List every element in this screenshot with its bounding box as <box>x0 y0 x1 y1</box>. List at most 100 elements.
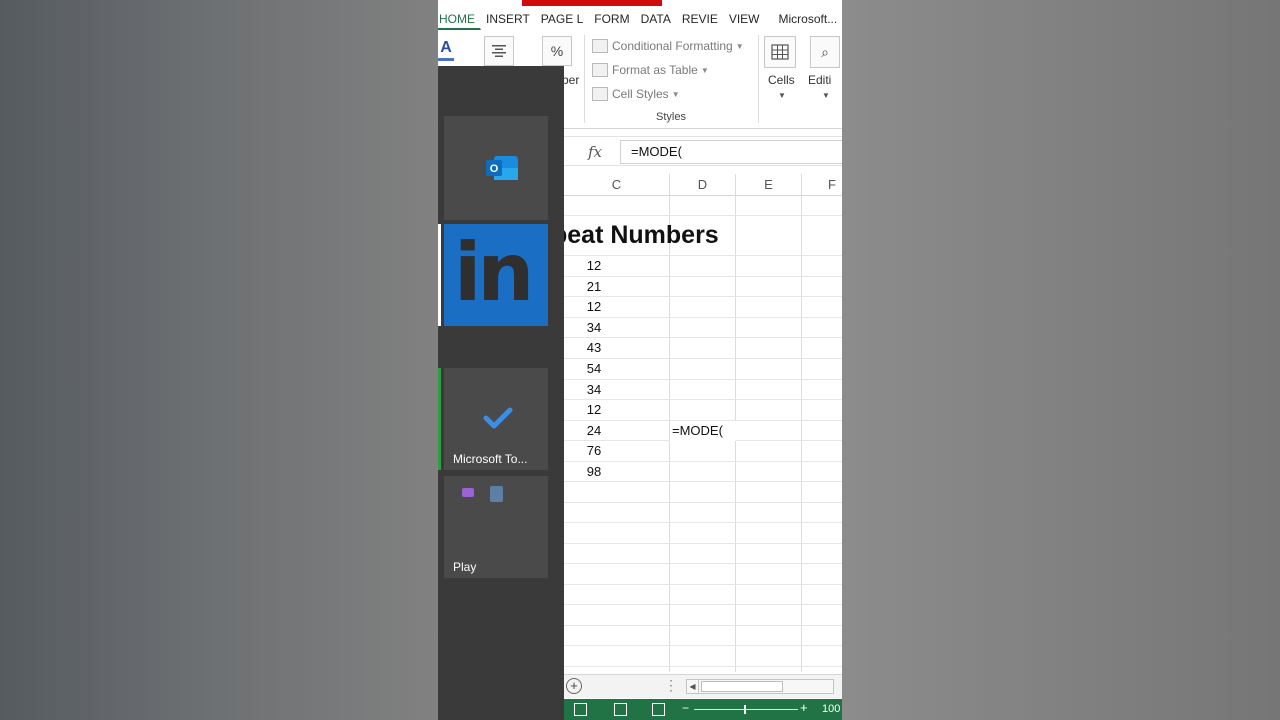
tab-account[interactable]: Microsoft...▼ <box>774 8 842 30</box>
active-indicator <box>438 368 441 470</box>
app-tile-linkedin[interactable]: in <box>444 224 548 326</box>
page-break-view-icon[interactable] <box>652 703 665 716</box>
chevron-down-icon: ▼ <box>778 91 786 100</box>
alignment-button[interactable] <box>484 36 514 66</box>
editing-label: Editi <box>808 73 832 87</box>
cells-icon <box>771 44 789 60</box>
cells-button[interactable] <box>764 36 796 68</box>
cell-styles-button[interactable]: Cell Styles ▼ <box>592 87 680 101</box>
fx-icon[interactable]: fx <box>588 143 602 161</box>
conditional-formatting-button[interactable]: Conditional Formatting ▼ <box>592 39 744 53</box>
cell-c-value[interactable]: 76 <box>564 441 624 461</box>
group-separator <box>584 35 585 123</box>
cell-styles-icon <box>592 87 608 101</box>
chevron-down-icon: ▼ <box>822 91 830 100</box>
editing-button[interactable]: ⌕ <box>810 36 840 68</box>
cell-c-value[interactable]: 24 <box>564 421 624 441</box>
cell-c-value[interactable]: 43 <box>564 338 624 358</box>
top-red-bar <box>522 0 662 6</box>
scrollbar-thumb[interactable] <box>701 681 783 692</box>
cell-c-value[interactable]: 34 <box>564 380 624 400</box>
app-tile-play[interactable]: Play <box>444 476 548 578</box>
chevron-down-icon: ▼ <box>735 41 744 51</box>
cell-c-value[interactable]: 98 <box>564 462 624 482</box>
chevron-down-icon: ▼ <box>700 65 709 75</box>
column-header-e[interactable]: E <box>736 174 801 196</box>
format-table-icon <box>592 63 608 77</box>
styles-group-label: Styles <box>656 111 686 123</box>
column-header-f[interactable]: F <box>802 174 842 196</box>
active-cell-d[interactable]: =MODE( <box>670 421 736 441</box>
percent-icon: % <box>550 43 564 59</box>
cells-label: Cells <box>768 73 795 87</box>
gridline <box>564 666 842 667</box>
gridline <box>564 625 842 626</box>
tab-insert[interactable]: INSERT <box>481 8 536 30</box>
gridline <box>564 502 842 503</box>
conditional-formatting-icon <box>592 39 608 53</box>
column-header-c[interactable]: C <box>564 174 669 196</box>
tab-view[interactable]: VIEW <box>724 8 766 30</box>
font-color-bar <box>438 58 454 61</box>
number-format-button[interactable]: % <box>542 36 572 66</box>
sheet-tab-bar: + ⋮ ◀ <box>564 674 842 698</box>
zoom-slider[interactable] <box>694 709 798 710</box>
status-bar: − + 100 <box>564 699 842 720</box>
app-tile-outlook[interactable]: O <box>444 116 548 220</box>
format-as-table-button[interactable]: Format as Table ▼ <box>592 63 709 77</box>
outlook-icon: O <box>486 156 518 180</box>
account-label: Microsoft... <box>778 12 838 26</box>
cell-c-value[interactable]: 34 <box>564 318 624 338</box>
gridline <box>564 645 842 646</box>
cell-c-value[interactable]: 12 <box>564 297 624 317</box>
tab-data[interactable]: DATA <box>636 8 677 30</box>
task-switcher: O in Microsoft To... Play <box>438 66 564 720</box>
todo-label: Microsoft To... <box>453 452 528 466</box>
zoom-in-icon[interactable]: + <box>800 700 808 715</box>
cell-styles-label: Cell Styles <box>612 87 669 101</box>
gridline <box>564 543 842 544</box>
cell-c-value[interactable]: 54 <box>564 359 624 379</box>
column-header-d[interactable]: D <box>670 174 735 196</box>
cell-c-value[interactable]: 21 <box>564 277 624 297</box>
background-right <box>842 0 1280 720</box>
tab-home[interactable]: HOME <box>438 8 481 30</box>
selection-indicator <box>438 224 441 326</box>
calculator-icon <box>490 486 503 502</box>
chevron-down-icon: ▼ <box>840 15 842 25</box>
horizontal-scrollbar[interactable]: ◀ <box>686 679 834 694</box>
number-group-label: ber <box>562 73 580 87</box>
zoom-level[interactable]: 100 <box>822 703 840 715</box>
app-tile-microsoft-todo[interactable]: Microsoft To... <box>444 368 548 470</box>
ribbon-tabs: HOME INSERT PAGE L FORM DATA REVIE VIEW … <box>438 8 842 30</box>
add-sheet-icon[interactable]: + <box>566 678 582 694</box>
tab-formulas[interactable]: FORM <box>589 8 635 30</box>
play-label: Play <box>453 560 477 574</box>
conditional-formatting-label: Conditional Formatting <box>612 39 733 53</box>
cell-c-value[interactable]: 12 <box>564 400 624 420</box>
background-left <box>0 0 438 720</box>
zoom-slider-handle[interactable] <box>744 705 746 714</box>
group-separator <box>758 35 759 123</box>
cell-c-value[interactable]: 12 <box>564 256 624 276</box>
excel-window: HOME INSERT PAGE L FORM DATA REVIE VIEW … <box>438 0 842 720</box>
more-options-icon[interactable]: ⋮ <box>664 677 678 694</box>
svg-text:O: O <box>490 163 499 175</box>
gridline <box>564 604 842 605</box>
checkmark-icon <box>483 407 513 429</box>
folder-icon <box>462 488 474 497</box>
tab-page-layout[interactable]: PAGE L <box>536 8 589 30</box>
chevron-down-icon: ▼ <box>671 89 680 99</box>
page-layout-view-icon[interactable] <box>614 703 627 716</box>
align-center-icon <box>492 45 506 57</box>
gridline <box>801 174 802 672</box>
tab-review[interactable]: REVIE <box>677 8 724 30</box>
gridline <box>564 563 842 564</box>
format-as-table-label: Format as Table <box>612 63 698 77</box>
scroll-left-icon[interactable]: ◀ <box>687 680 699 693</box>
sheet-title[interactable]: peat Numbers <box>552 221 719 250</box>
gridline <box>564 584 842 585</box>
formula-input[interactable]: =MODE( <box>620 140 842 164</box>
zoom-out-icon[interactable]: − <box>682 701 689 715</box>
normal-view-icon[interactable] <box>574 703 587 716</box>
